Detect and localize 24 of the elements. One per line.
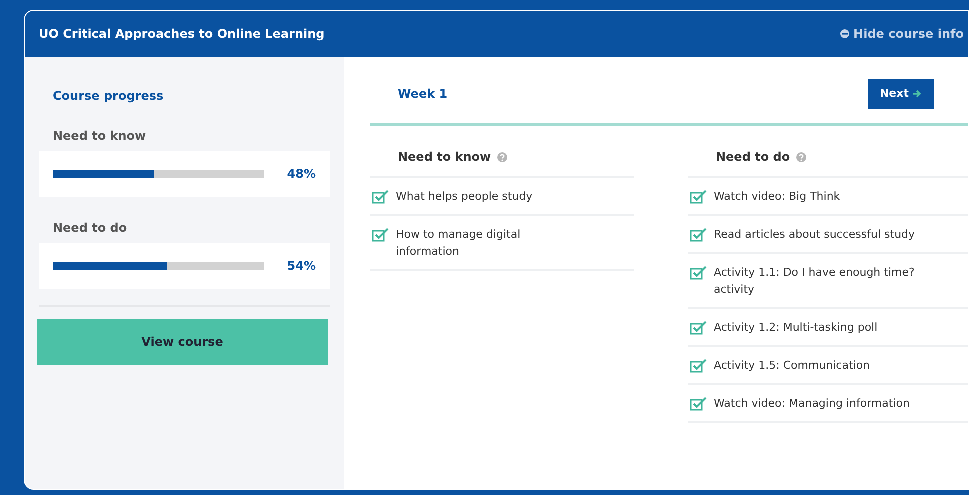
activity-link[interactable]: How to manage digital information bbox=[396, 226, 556, 260]
course-title: UO Critical Approaches to Online Learning bbox=[39, 26, 325, 43]
activity-link[interactable]: Activity 1.5: Communication bbox=[714, 357, 870, 374]
activity-link[interactable]: Activity 1.2: Multi-tasking poll bbox=[714, 319, 878, 336]
help-icon bbox=[796, 152, 808, 162]
minus-circle-icon bbox=[840, 29, 850, 39]
arrow-right-icon bbox=[912, 89, 922, 99]
progress-percent: 54% bbox=[286, 258, 316, 275]
view-course-button[interactable]: View course bbox=[37, 319, 328, 365]
activity-link[interactable]: Activity 1.1: Do I have enough time? activity bbox=[714, 264, 924, 298]
activity-link[interactable]: What helps people study bbox=[396, 188, 533, 206]
next-button[interactable]: Next bbox=[868, 78, 934, 110]
activity-link[interactable]: Read articles about successful study bbox=[714, 226, 916, 244]
column-heading: Need to do bbox=[716, 149, 790, 166]
activity-link[interactable]: Watch video: Big Think bbox=[714, 188, 840, 206]
progress-label: Need to do bbox=[53, 220, 128, 237]
hide-course-info-link[interactable]: Hide course info bbox=[840, 25, 968, 43]
help-icon bbox=[497, 152, 508, 162]
section-title: Course progress bbox=[53, 88, 165, 105]
week-title: Week 1 bbox=[398, 86, 448, 103]
column-heading: Need to know bbox=[398, 149, 492, 166]
progress-percent: 48% bbox=[286, 166, 316, 183]
activity-link[interactable]: Watch video: Managing information bbox=[714, 395, 910, 412]
progress-label: Need to know bbox=[53, 128, 148, 145]
